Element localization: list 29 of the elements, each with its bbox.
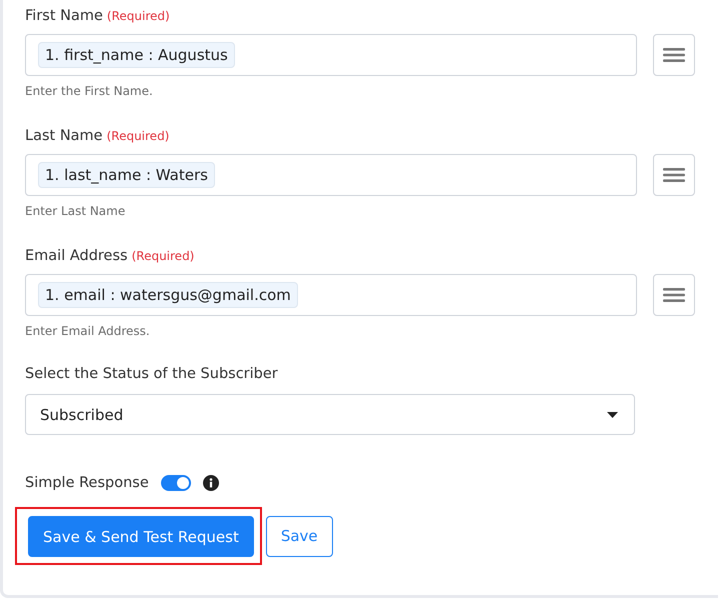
required-note: (Required) [132, 249, 194, 263]
toggle-switch[interactable] [160, 475, 191, 491]
menu-icon [663, 287, 685, 303]
mapped-value-tag[interactable]: 1. email : watersgus@gmail.com [38, 282, 298, 308]
toggle-label: Simple Response [25, 475, 149, 491]
required-note: (Required) [106, 129, 170, 143]
field-hint: Enter Last Name [25, 204, 126, 218]
send-test-button[interactable]: Save & Send Test Request [28, 516, 254, 557]
field-hint: Enter Email Address. [25, 324, 151, 338]
status-dropdown[interactable]: Subscribed [25, 394, 635, 435]
field-label: First Name [25, 8, 103, 24]
field-hint: Enter the First Name. [25, 84, 154, 98]
info-icon[interactable] [202, 475, 219, 491]
input-field[interactable]: 1. first_name : Augustus [25, 34, 637, 76]
field-label: Email Address [25, 248, 128, 264]
menu-button[interactable] [653, 34, 695, 76]
field-label: Select the Status of the Subscriber [25, 366, 279, 382]
caret-icon [607, 412, 618, 418]
menu-button[interactable] [653, 274, 695, 316]
input-field[interactable]: 1. email : watersgus@gmail.com [25, 274, 637, 316]
required-note: (Required) [106, 9, 170, 23]
mapped-value-tag[interactable]: 1. first_name : Augustus [38, 42, 235, 68]
input-field[interactable]: 1. last_name : Waters [25, 154, 637, 196]
menu-icon [663, 47, 685, 63]
menu-button[interactable] [653, 154, 695, 196]
menu-icon [663, 167, 685, 183]
mapped-value-tag[interactable]: 1. last_name : Waters [38, 162, 215, 188]
save-button[interactable]: Save [266, 516, 333, 556]
field-label: Last Name [25, 128, 103, 144]
